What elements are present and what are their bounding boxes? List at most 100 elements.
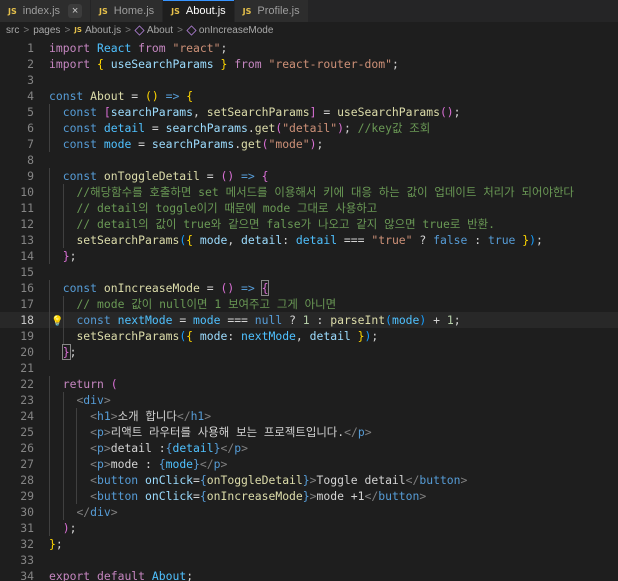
breadcrumb-item-pages[interactable]: pages — [33, 25, 60, 36]
code-line[interactable]: 9 const onToggleDetail = () => { — [0, 168, 618, 184]
code-line[interactable]: 16 const onIncreaseMode = () => { — [0, 280, 618, 296]
code-text: <div> — [76, 393, 111, 407]
code-line[interactable]: 14 }; — [0, 248, 618, 264]
code-line[interactable]: 7 const mode = searchParams.get("mode"); — [0, 136, 618, 152]
js-file-icon: JS — [242, 6, 252, 16]
breadcrumb-item-onincreasemode[interactable]: onIncreaseMode — [186, 24, 274, 36]
code-line[interactable]: 27 <p>mode : {mode}</p> — [0, 456, 618, 472]
code-line[interactable]: 19 setSearchParams({ mode: nextMode, det… — [0, 328, 618, 344]
line-number: 5 — [27, 105, 34, 119]
line-number: 10 — [20, 185, 34, 199]
tab-index-js[interactable]: JS index.js × — [0, 0, 92, 22]
code-text: const [searchParams, setSearchParams] = … — [62, 105, 461, 119]
code-line[interactable]: 3 — [0, 72, 618, 88]
code-line[interactable]: 6 const detail = searchParams.get("detai… — [0, 120, 618, 136]
code-line[interactable]: 12 // detail의 값이 true와 같으면 false가 나오고 같지… — [0, 216, 618, 232]
code-line[interactable]: 30 </div> — [0, 504, 618, 520]
line-number: 27 — [20, 457, 34, 471]
line-number: 11 — [20, 201, 34, 215]
code-line[interactable]: 8 — [0, 152, 618, 168]
code-text: <h1>소개 합니다</h1> — [90, 409, 212, 423]
code-text: <p>mode : {mode}</p> — [90, 457, 228, 471]
code-line[interactable]: 26 <p>detail :{detail}</p> — [0, 440, 618, 456]
code-line[interactable]: 21 — [0, 360, 618, 376]
code-line[interactable]: 22 return ( — [0, 376, 618, 392]
line-number: 7 — [27, 137, 34, 151]
line-number: 29 — [20, 489, 34, 503]
breadcrumb: src > pages > JS About.js > About > onIn… — [0, 22, 618, 38]
code-text: import React from "react"; — [49, 41, 228, 55]
code-line[interactable]: 13 setSearchParams({ mode, detail: detai… — [0, 232, 618, 248]
line-number: 34 — [20, 569, 34, 581]
breadcrumb-separator: > — [23, 24, 30, 36]
code-line[interactable]: 32}; — [0, 536, 618, 552]
code-line[interactable]: 24 <h1>소개 합니다</h1> — [0, 408, 618, 424]
code-line[interactable]: 20 }; — [0, 344, 618, 360]
line-number: 20 — [20, 345, 34, 359]
code-text: import { useSearchParams } from "react-r… — [49, 57, 399, 71]
breadcrumb-symbol-label: About — [146, 24, 174, 36]
line-number: 12 — [20, 217, 34, 231]
code-line[interactable]: 17 // mode 값이 null이면 1 보여주고 그게 아니면 — [0, 296, 618, 312]
close-icon[interactable]: × — [68, 4, 83, 18]
line-number: 9 — [27, 169, 34, 183]
code-line[interactable]: 31 ); — [0, 520, 618, 536]
tab-profile-js[interactable]: JS Profile.js — [234, 0, 309, 22]
code-line[interactable]: 29 <button onClick={onIncreaseMode}>mode… — [0, 488, 618, 504]
code-line[interactable]: 33 — [0, 552, 618, 568]
breadcrumb-item-src[interactable]: src — [6, 25, 19, 36]
code-line[interactable]: 23 <div> — [0, 392, 618, 408]
code-text: }; — [62, 249, 77, 263]
code-line[interactable]: 18 const nextMode = mode === null ? 1 : … — [0, 312, 618, 328]
code-text: <button onClick={onIncreaseMode}>mode +1… — [90, 489, 427, 503]
js-file-icon: JS — [99, 6, 108, 16]
line-number: 13 — [20, 233, 34, 247]
code-line[interactable]: 25 <p>리액트 라우터를 사용해 보는 프로젝트입니다.</p> — [0, 424, 618, 440]
code-text: setSearchParams({ mode, detail: detail =… — [76, 233, 543, 247]
js-file-icon: JS — [8, 6, 17, 16]
line-number: 21 — [20, 361, 34, 375]
line-number: 3 — [27, 73, 34, 87]
tab-label: About.js — [185, 5, 226, 17]
code-text: const onIncreaseMode = () => { — [62, 280, 270, 296]
line-number: 28 — [20, 473, 34, 487]
code-text: </div> — [76, 505, 118, 519]
breadcrumb-item-file[interactable]: JS About.js — [74, 25, 121, 36]
code-line[interactable]: 11 // detail의 toggle이기 때문에 mode 그대로 사용하고 — [0, 200, 618, 216]
code-line[interactable]: 34 export default About; — [0, 568, 618, 581]
code-text: // detail의 값이 true와 같으면 false가 나오고 같지 않으… — [76, 217, 495, 231]
breadcrumb-symbol-label: onIncreaseMode — [198, 24, 274, 36]
tab-home-js[interactable]: JS Home.js — [91, 0, 164, 22]
code-editor[interactable]: 1 import React from "react"; 2 import { use… — [0, 38, 618, 581]
tab-label: index.js — [22, 5, 61, 17]
code-text: // mode 값이 null이면 1 보여주고 그게 아니면 — [76, 297, 337, 311]
line-number: 24 — [20, 409, 34, 423]
line-number: 2 — [27, 57, 34, 71]
code-line[interactable]: 15 — [0, 264, 618, 280]
code-line[interactable]: 5 const [searchParams, setSearchParams] … — [0, 104, 618, 120]
code-line[interactable]: 28 <button onClick={onToggleDetail}>Togg… — [0, 472, 618, 488]
code-text: const nextMode = mode === null ? 1 : par… — [76, 313, 461, 327]
code-text: <button onClick={onToggleDetail}>Toggle … — [90, 473, 468, 487]
tab-about-js[interactable]: JS About.js — [163, 0, 235, 22]
code-text: }; — [49, 537, 63, 551]
line-number: 18 — [20, 313, 34, 327]
code-line[interactable]: 1 import React from "react"; — [0, 40, 618, 56]
code-text: const mode = searchParams.get("mode"); — [62, 137, 324, 151]
editor-tab-bar: JS index.js × JS Home.js JS About.js JS … — [0, 0, 618, 22]
code-line[interactable]: 2 import { useSearchParams } from "react-… — [0, 56, 618, 72]
code-text: <p>detail :{detail}</p> — [90, 441, 248, 455]
code-text: // detail의 toggle이기 때문에 mode 그대로 사용하고 — [76, 201, 378, 215]
code-text: return ( — [62, 377, 118, 391]
code-line[interactable]: 10 //해당함수를 호출하면 set 메서드를 이용해서 키에 대응 하는 값… — [0, 184, 618, 200]
code-text: const About = () => { — [49, 89, 194, 103]
line-number: 31 — [20, 521, 34, 535]
code-text: const onToggleDetail = () => { — [62, 169, 269, 183]
breadcrumb-separator: > — [64, 24, 71, 36]
line-number: 33 — [20, 553, 34, 567]
breadcrumb-item-about[interactable]: About — [134, 24, 174, 36]
code-text: const detail = searchParams.get("detail"… — [62, 121, 431, 135]
line-number: 17 — [20, 297, 34, 311]
line-number: 32 — [20, 537, 34, 551]
code-line[interactable]: 4 const About = () => { — [0, 88, 618, 104]
